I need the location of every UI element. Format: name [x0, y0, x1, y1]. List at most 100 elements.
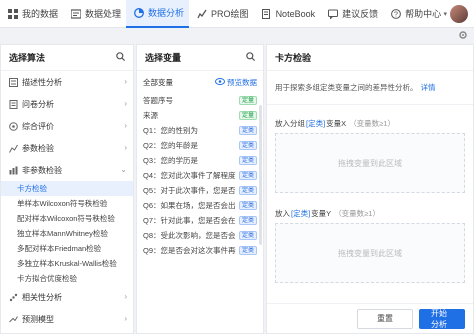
tab-my-data[interactable]: 我的数据 [0, 0, 63, 28]
panel-title: 卡方检验 [275, 53, 312, 63]
tab-notebook[interactable]: NoteBook [254, 0, 321, 28]
algo-item[interactable]: 单样本Wilcoxon符号秩检验 [1, 196, 133, 211]
notebook-icon [261, 8, 272, 19]
plot-icon [196, 8, 207, 19]
type-badge: 定类 [238, 126, 257, 135]
chevron-right-icon: › [124, 77, 127, 86]
avatar[interactable] [450, 5, 468, 23]
variable-item[interactable]: Q2：您的年龄是 定类 [137, 138, 263, 153]
eye-icon [215, 77, 225, 87]
nonparametric-icon [9, 166, 18, 175]
all-vars-label: 全部变量 [143, 77, 173, 87]
config-panel: 卡方检验 用于探索多组定类变量之间的差异性分析。 详情 放入分组 [定类] 变量… [266, 44, 474, 334]
variable-panel-header: 选择变量 [137, 45, 263, 71]
algo-item[interactable]: 卡方拟合优度检验 [1, 271, 133, 286]
config-panel-header: 卡方检验 [267, 45, 473, 71]
questionnaire-icon [9, 99, 18, 109]
tab-help[interactable]: ? 帮助中心 [383, 0, 446, 28]
algo-item[interactable]: 卡方检验 [1, 181, 133, 196]
chevron-down-icon: ⌄ [120, 165, 127, 174]
gear-icon[interactable] [458, 30, 468, 40]
chevron-right-icon: › [124, 314, 127, 323]
chevron-down-icon[interactable]: ▾ [443, 10, 447, 18]
category-correlation[interactable]: 相关性分析 › [1, 286, 133, 308]
analysis-icon [133, 7, 144, 18]
type-badge: 定类 [238, 231, 257, 240]
tab-label: NoteBook [275, 8, 316, 19]
var-type-tag: [定类] [291, 208, 311, 218]
data-process-icon [70, 8, 81, 19]
x-variable-dropzone[interactable]: 拖拽变量到此区域 [275, 133, 465, 193]
algorithm-panel: 选择算法 描述性分析 › 问卷分析 › 综合评价 › 参数检验 › 非参数检验 … [0, 44, 134, 334]
type-badge: 定类 [238, 141, 257, 150]
y-variable-dropzone[interactable]: 拖拽变量到此区域 [275, 223, 465, 283]
variable-item[interactable]: Q9：您是否会对这次事件再做向此变类定类 [137, 243, 263, 258]
variable-item[interactable]: 答题序号 定量 [137, 93, 263, 108]
category-label: 预测模型 [22, 314, 54, 324]
chevron-right-icon: › [124, 121, 127, 130]
type-badge: 定类 [238, 216, 257, 225]
variable-item[interactable]: Q1：您的性别为 定类 [137, 123, 263, 138]
chevron-right-icon: › [124, 292, 127, 301]
type-badge: 定类 [238, 156, 257, 165]
tab-label: 数据处理 [85, 9, 122, 19]
category-nonparametric[interactable]: 非参数检验 ⌄ [1, 159, 133, 181]
variable-item[interactable]: Q5：对于此次事件，您是否认为旁观者的行为正？定类 [137, 183, 263, 198]
tab-pro-plot[interactable]: PRO绘图 [189, 0, 254, 28]
variable-item[interactable]: Q3：您的学历是 定类 [137, 153, 263, 168]
svg-text:?: ? [394, 11, 398, 18]
category-parametric[interactable]: 参数检验 › [1, 137, 133, 159]
category-label: 相关性分析 [22, 292, 62, 302]
x-variable-label: 放入分组 [定类] 变量X （变量数≥1） [275, 118, 395, 128]
tab-feedback[interactable]: 建议反馈 [320, 0, 383, 28]
tab-label: 数据分析 [148, 8, 185, 18]
variable-item[interactable]: 来源 定量 [137, 108, 263, 123]
tab-label: 建议反馈 [342, 9, 379, 19]
variable-list-header: 全部变量 预览数据 [137, 71, 263, 93]
type-badge: 定类 [238, 171, 257, 180]
search-icon[interactable] [116, 52, 126, 63]
method-description: 用于探索多组定类变量之间的差异性分析。 详情 [267, 71, 473, 105]
action-bar: 重置 开始分析 [267, 303, 473, 333]
variable-panel: 选择变量 全部变量 预览数据 答题序号 定量 来源 定量 Q1：您的性别为 定类 Q2… [136, 44, 264, 334]
category-descriptive[interactable]: 描述性分析 › [1, 71, 133, 93]
type-badge: 定量 [238, 96, 257, 105]
category-evaluation[interactable]: 综合评价 › [1, 115, 133, 137]
variable-item[interactable]: Q8：受此次影响，您是否会对唐山这个城市产生不好…定类 [137, 228, 263, 243]
parametric-icon [9, 144, 18, 153]
variable-item[interactable]: Q7：针对此事，您是否会在网络上（朋友圈、社交网络…定类 [137, 213, 263, 228]
user-area: ▾ [443, 0, 468, 28]
algorithm-panel-header: 选择算法 [1, 45, 133, 71]
category-prediction[interactable]: 预测模型 › [1, 308, 133, 330]
algo-item[interactable]: 多独立样本Kruskal-Wallis检验 [1, 256, 133, 271]
correlation-icon [9, 293, 18, 302]
algo-item[interactable]: 配对样本Wilcoxon符号秩检验 [1, 211, 133, 226]
type-badge: 定类 [238, 186, 257, 195]
category-label: 描述性分析 [22, 77, 62, 87]
variable-item[interactable]: Q4：您对此次事件了解程度？（结构这几人事件）定类 [137, 168, 263, 183]
descriptive-icon [9, 77, 18, 87]
reset-button[interactable]: 重置 [357, 308, 413, 329]
tab-data-process[interactable]: 数据处理 [63, 0, 126, 28]
details-link[interactable]: 详情 [421, 82, 436, 93]
type-badge: 定类 [238, 246, 257, 255]
variable-item[interactable]: Q6：如果在场，您是否会出面制止，劝解？定类 [137, 198, 263, 213]
evaluation-icon [9, 121, 18, 131]
panel-title: 选择算法 [9, 53, 46, 63]
type-badge: 定量 [238, 111, 257, 120]
start-analysis-button[interactable]: 开始分析 [419, 308, 465, 329]
chevron-right-icon: › [124, 99, 127, 108]
search-icon[interactable] [246, 52, 256, 63]
tab-data-analysis[interactable]: 数据分析 [126, 0, 190, 28]
variable-scrollbar[interactable] [259, 105, 262, 245]
algo-item[interactable]: 多配对样本Friedman检验 [1, 241, 133, 256]
tab-label: PRO绘图 [211, 9, 249, 19]
category-questionnaire[interactable]: 问卷分析 › [1, 93, 133, 115]
category-label: 综合评价 [22, 121, 54, 131]
tab-label: 我的数据 [22, 9, 59, 19]
y-variable-label: 放入 [定类] 变量Y （变量数≥1） [275, 208, 380, 218]
preview-data-button[interactable]: 预览数据 [215, 77, 257, 88]
top-nav: 我的数据 数据处理 数据分析 PRO绘图 NoteBook 建议反馈 ? 帮助中… [0, 0, 474, 28]
category-label: 参数检验 [22, 143, 54, 153]
algo-item[interactable]: 独立样本MannWhitney检验 [1, 226, 133, 241]
